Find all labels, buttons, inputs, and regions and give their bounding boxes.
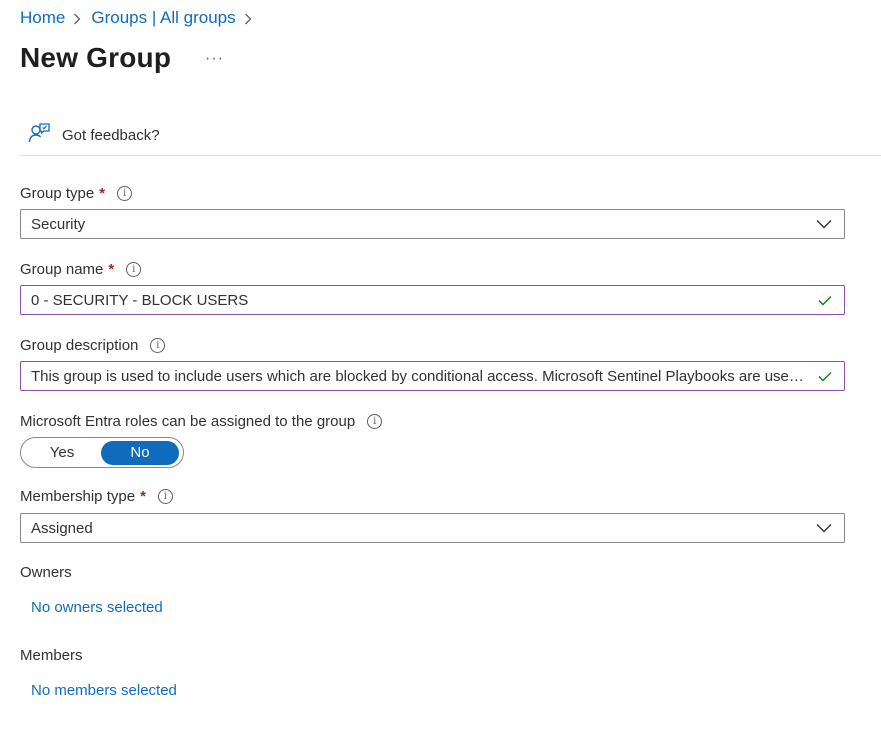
toggle-option-no[interactable]: No <box>101 440 179 465</box>
page-title: New Group <box>20 42 172 73</box>
owners-label: Owners <box>20 564 72 581</box>
info-icon[interactable]: i <box>367 414 383 429</box>
toolbar-divider <box>20 155 881 156</box>
more-options-button[interactable]: ··· <box>205 50 224 68</box>
info-icon[interactable]: i <box>117 186 133 201</box>
group-description-label: Group description i <box>20 337 166 354</box>
entra-roles-toggle[interactable]: Yes No <box>20 437 184 468</box>
required-asterisk: * <box>108 261 115 278</box>
group-type-label-text: Group type <box>20 185 95 202</box>
owners-link[interactable]: No owners selected <box>31 599 163 616</box>
group-description-label-text: Group description <box>20 337 139 354</box>
info-icon[interactable]: i <box>126 262 142 277</box>
breadcrumb-groups-link[interactable]: Groups | All groups <box>91 8 235 28</box>
chevron-down-icon <box>814 518 834 538</box>
feedback-person-icon <box>28 122 50 149</box>
info-icon[interactable]: i <box>150 338 166 353</box>
membership-type-label-text: Membership type <box>20 488 136 505</box>
group-name-label-text: Group name <box>20 261 104 278</box>
breadcrumb-home-link[interactable]: Home <box>20 8 65 28</box>
membership-type-label: Membership type * i <box>20 488 173 505</box>
chevron-down-icon <box>814 214 834 234</box>
chevron-right-icon <box>236 8 262 28</box>
checkmark-icon <box>816 291 834 309</box>
toggle-option-yes[interactable]: Yes <box>23 441 101 465</box>
entra-roles-label-text: Microsoft Entra roles can be assigned to… <box>20 413 356 430</box>
feedback-button[interactable]: Got feedback? <box>28 122 160 149</box>
group-description-value: This group is used to include users whic… <box>31 367 810 385</box>
members-label: Members <box>20 647 83 664</box>
required-asterisk: * <box>140 488 146 505</box>
info-icon[interactable]: i <box>157 489 173 504</box>
group-name-value: 0 - SECURITY - BLOCK USERS <box>31 291 249 309</box>
breadcrumb: Home Groups | All groups <box>20 8 262 28</box>
group-type-dropdown[interactable]: Security <box>20 209 845 239</box>
membership-type-dropdown[interactable]: Assigned <box>20 513 845 543</box>
feedback-label: Got feedback? <box>62 127 160 144</box>
group-name-input[interactable]: 0 - SECURITY - BLOCK USERS <box>20 285 845 315</box>
members-link[interactable]: No members selected <box>31 682 177 699</box>
membership-type-value: Assigned <box>31 519 93 537</box>
entra-roles-label: Microsoft Entra roles can be assigned to… <box>20 413 383 430</box>
checkmark-icon <box>816 367 834 385</box>
group-name-label: Group name * i <box>20 261 142 278</box>
required-asterisk: * <box>99 185 106 202</box>
group-type-value: Security <box>31 215 86 233</box>
group-description-input[interactable]: This group is used to include users whic… <box>20 361 845 391</box>
chevron-right-icon <box>65 8 91 28</box>
group-type-label: Group type * i <box>20 185 133 202</box>
